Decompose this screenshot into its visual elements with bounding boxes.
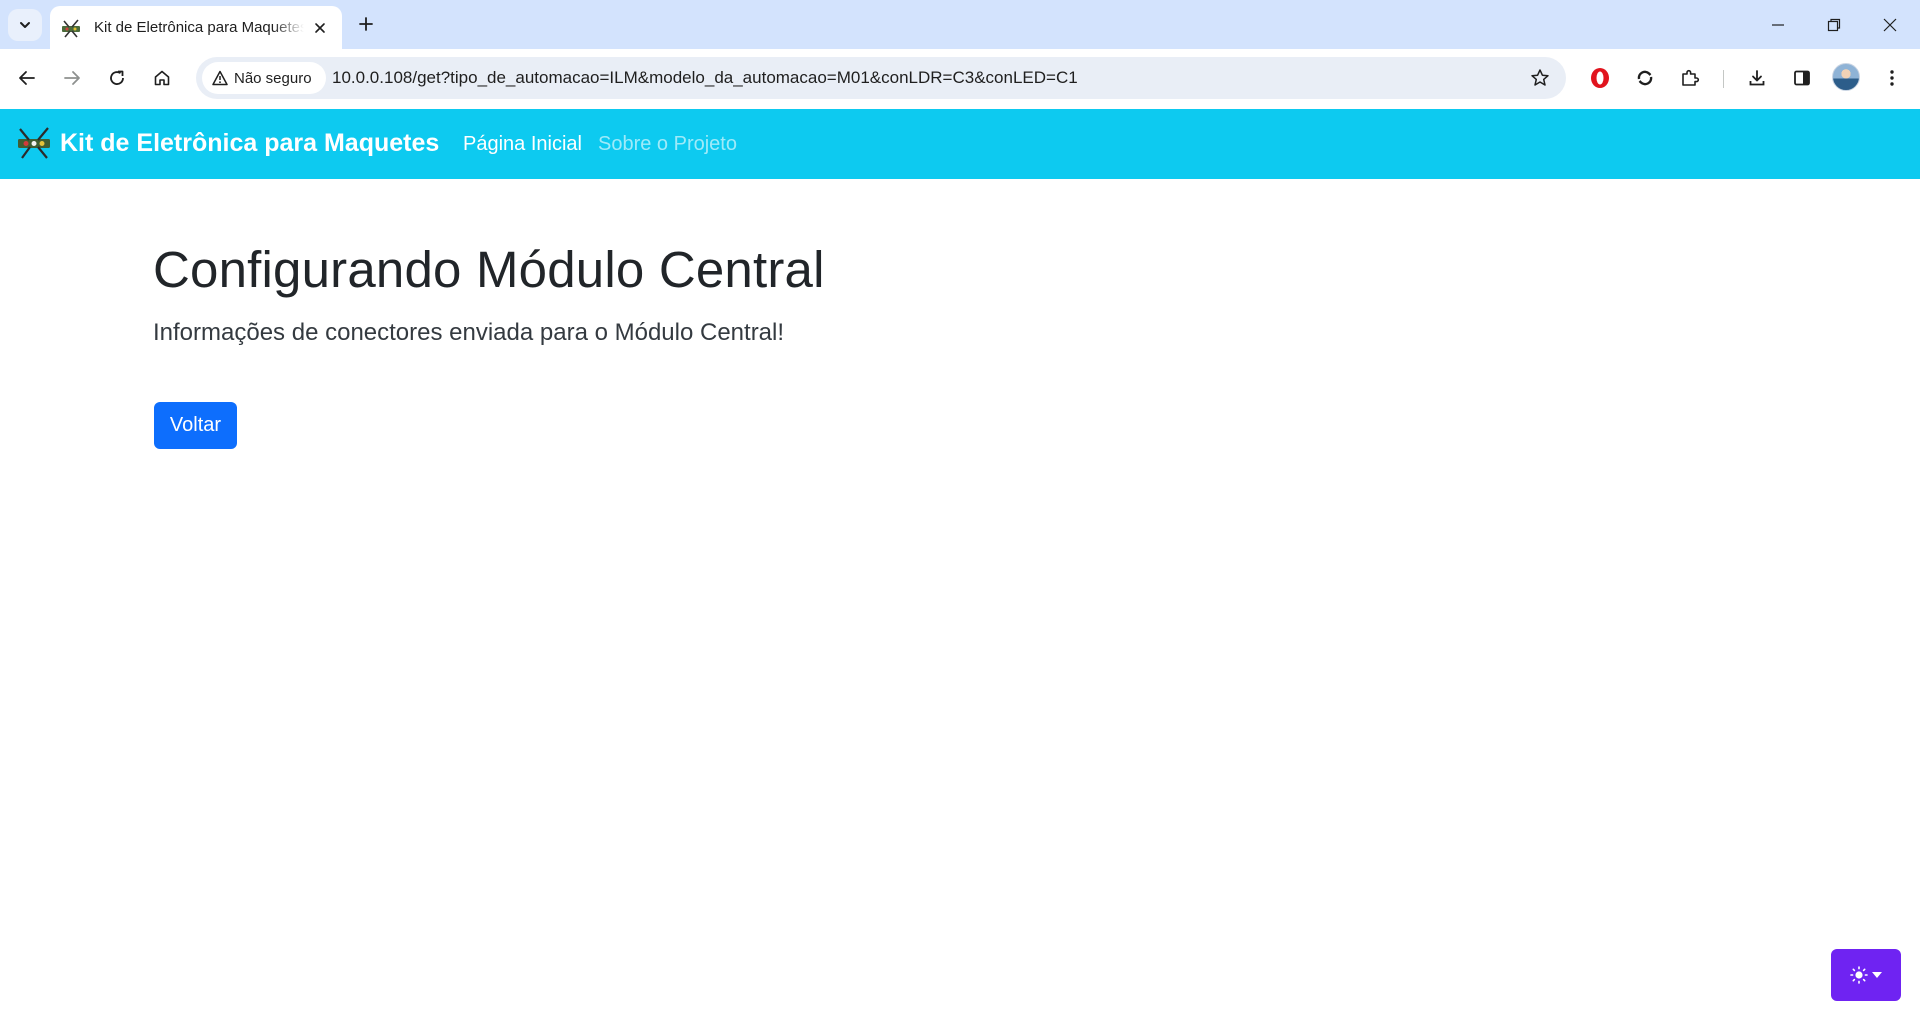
kebab-menu-icon — [1890, 70, 1894, 86]
minimize-icon — [1772, 23, 1784, 26]
back-button-voltar[interactable]: Voltar — [154, 402, 237, 449]
sync-extension-button[interactable] — [1628, 61, 1662, 95]
nav-link-about[interactable]: Sobre o Projeto — [598, 133, 737, 156]
bookmark-button[interactable] — [1524, 62, 1556, 94]
side-panel-button[interactable] — [1785, 61, 1819, 95]
browser-toolbar: Não seguro 10.0.0.108/get?tipo_de_automa… — [0, 49, 1920, 109]
page-title: Configurando Módulo Central — [153, 241, 825, 298]
forward-button[interactable] — [55, 61, 89, 95]
opera-extension-icon — [1591, 68, 1609, 88]
tab-strip: Kit de Eletrônica para Maquetes — [0, 0, 1920, 49]
window-close-button[interactable] — [1862, 0, 1918, 49]
browser-tab-active[interactable]: Kit de Eletrônica para Maquetes — [50, 6, 342, 49]
plus-icon — [359, 17, 373, 31]
tab-title: Kit de Eletrônica para Maquetes — [94, 19, 304, 36]
tab-close-button[interactable] — [310, 18, 330, 38]
opera-extension-button[interactable] — [1583, 61, 1617, 95]
reload-icon — [110, 70, 124, 85]
close-icon — [1883, 18, 1897, 31]
back-button[interactable] — [10, 61, 44, 95]
circuit-board-favicon-icon — [60, 17, 82, 39]
toolbar-divider — [1723, 70, 1724, 88]
arrow-right-icon — [64, 71, 80, 85]
tab-search-button[interactable] — [8, 9, 42, 41]
restore-icon — [1827, 18, 1841, 31]
extensions-button[interactable] — [1673, 61, 1707, 95]
puzzle-icon — [1682, 69, 1700, 86]
circuit-board-logo-icon[interactable] — [14, 126, 54, 160]
new-tab-button[interactable] — [352, 10, 380, 38]
downloads-button[interactable] — [1740, 61, 1774, 95]
security-label: Não seguro — [234, 69, 312, 87]
home-icon — [154, 70, 170, 86]
arrow-left-icon — [19, 71, 35, 85]
nav-link-home[interactable]: Página Inicial — [463, 133, 582, 156]
warning-triangle-icon — [212, 70, 228, 86]
minimize-button[interactable] — [1750, 0, 1806, 49]
page-lead-text: Informações de conectores enviada para o… — [153, 319, 785, 346]
browser-menu-button[interactable] — [1875, 61, 1909, 95]
download-icon — [1749, 70, 1765, 86]
side-panel-icon — [1794, 70, 1810, 86]
close-icon — [315, 23, 325, 33]
home-button[interactable] — [145, 61, 179, 95]
profile-avatar[interactable] — [1832, 63, 1860, 91]
address-bar[interactable]: Não seguro 10.0.0.108/get?tipo_de_automa… — [196, 57, 1566, 99]
reload-button[interactable] — [100, 61, 134, 95]
restore-button[interactable] — [1806, 0, 1862, 49]
theme-toggle-button[interactable] — [1831, 949, 1901, 1001]
star-icon — [1531, 69, 1549, 86]
navbar-brand[interactable]: Kit de Eletrônica para Maquetes — [60, 129, 439, 158]
chevron-down-icon — [20, 22, 30, 28]
security-indicator[interactable]: Não seguro — [202, 62, 326, 94]
site-navbar: Kit de Eletrônica para Maquetes Página I… — [0, 109, 1920, 179]
caret-down-icon — [1872, 972, 1882, 978]
url-text[interactable]: 10.0.0.108/get?tipo_de_automacao=ILM&mod… — [332, 68, 1078, 88]
sun-icon — [1850, 966, 1868, 984]
sync-extension-icon — [1637, 70, 1653, 86]
